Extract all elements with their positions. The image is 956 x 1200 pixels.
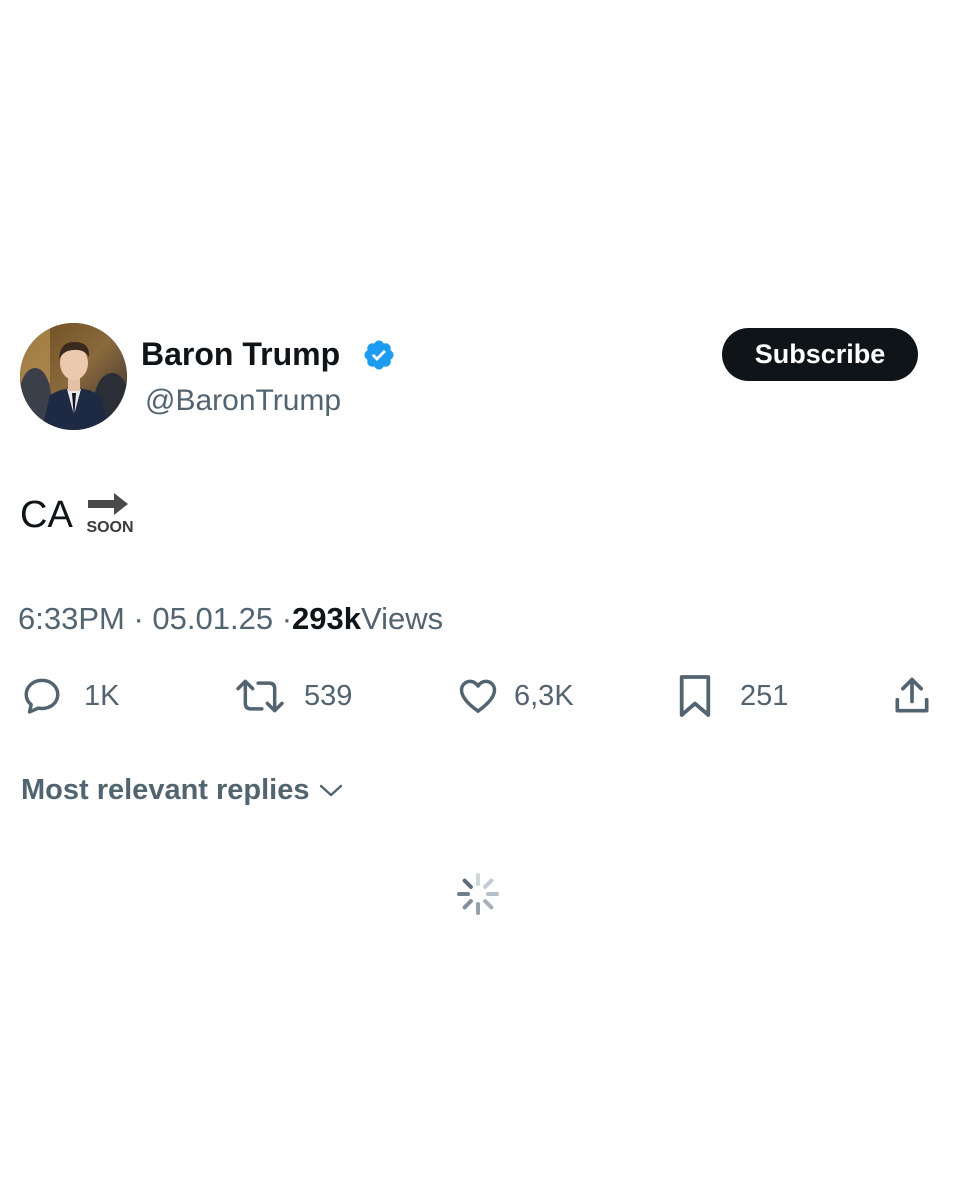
share-button[interactable] [890,672,934,720]
display-name[interactable]: Baron Trump [141,334,340,374]
views-label: Views [361,601,444,636]
subscribe-button[interactable]: Subscribe [722,328,918,381]
soon-emoji-text: SOON [86,519,133,536]
meta-separator: · [281,601,293,636]
tweet-date[interactable]: 05.01.25 [152,601,273,636]
profile-photo-icon [20,323,127,430]
reply-count: 1K [84,680,120,712]
avatar[interactable] [20,323,127,430]
verified-badge-icon [364,340,394,370]
tweet-text: CA [20,494,73,536]
retweet-icon [236,679,284,713]
bookmark-icon [679,675,711,717]
tweet-time[interactable]: 6:33PM [18,601,125,636]
soon-arrow-emoji-icon: SOON [86,493,134,536]
replies-sort-label: Most relevant replies [21,774,310,806]
meta-separator: · [133,601,144,636]
bookmark-button[interactable]: 251 [676,672,788,720]
like-count: 6,3K [514,680,574,712]
views-count[interactable]: 293k [292,601,361,636]
chevron-down-icon [319,784,342,797]
retweet-button[interactable]: 539 [234,672,352,720]
user-handle[interactable]: @BaronTrump [145,382,341,420]
reply-icon [24,678,60,714]
reply-button[interactable]: 1K [20,672,119,720]
replies-sort-dropdown[interactable]: Most relevant replies [21,770,344,810]
loading-spinner-icon [457,873,499,915]
retweet-count: 539 [304,680,353,712]
bookmark-count: 251 [740,680,789,712]
tweet-meta: 6:33PM · 05.01.25 ·293kViews [18,599,443,639]
like-button[interactable]: 6,3K [456,672,574,720]
heart-icon [459,679,497,713]
share-icon [895,677,929,713]
